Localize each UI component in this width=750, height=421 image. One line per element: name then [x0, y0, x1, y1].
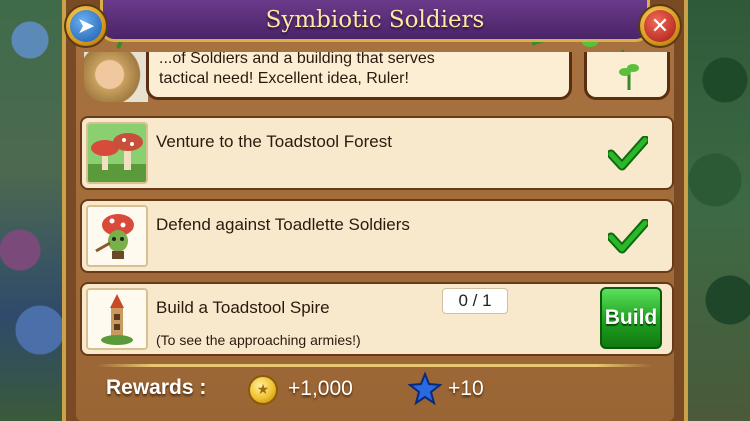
quest-row: Build a Toadstool Spire (To see the appr… — [80, 282, 674, 356]
game-background-right — [685, 0, 750, 421]
dialog-text: tactical need! Excellent idea, Ruler! — [159, 70, 409, 87]
quest-title: Defend against Toadlette Soldiers — [156, 215, 410, 234]
quest-row: Venture to the Toadstool Forest — [80, 116, 674, 190]
side-info-box — [584, 52, 670, 100]
rewards-label: Rewards : — [106, 376, 207, 399]
gold-coin-icon: ★ — [248, 375, 278, 405]
star-reward-value: +10 — [448, 377, 484, 400]
page-title: Symbiotic Soldiers — [265, 6, 485, 33]
build-button[interactable]: Build — [600, 287, 662, 349]
checkmark-icon — [608, 136, 648, 171]
advisor-avatar — [84, 52, 148, 102]
close-x-icon: ✕ — [644, 10, 676, 42]
blue-star-icon — [408, 372, 442, 406]
toadstool-forest-icon — [86, 122, 148, 184]
toadstool-spire-icon — [86, 288, 148, 350]
coin-reward-value: +1,000 — [288, 377, 353, 400]
dialog-text-partial: ...of Soldiers and a building that serve… — [159, 52, 435, 67]
back-arrow-icon: ➤ — [70, 10, 102, 42]
quest-subtitle: (To see the approaching armies!) — [156, 332, 361, 348]
quest-title: Venture to the Toadstool Forest — [156, 132, 392, 151]
divider — [96, 364, 652, 367]
game-background-left — [0, 0, 70, 421]
checkmark-icon — [608, 219, 648, 254]
advisor-dialog: ...of Soldiers and a building that serve… — [146, 52, 572, 100]
toadlette-soldier-icon — [86, 205, 148, 267]
title-banner: Symbiotic Soldiers — [100, 0, 650, 42]
quest-progress: 0 / 1 — [442, 288, 508, 314]
back-button[interactable]: ➤ — [64, 4, 108, 48]
quest-title: Build a Toadstool Spire — [156, 298, 330, 317]
close-button[interactable]: ✕ — [638, 4, 682, 48]
quest-row: Defend against Toadlette Soldiers — [80, 199, 674, 273]
sprout-icon — [619, 64, 639, 90]
